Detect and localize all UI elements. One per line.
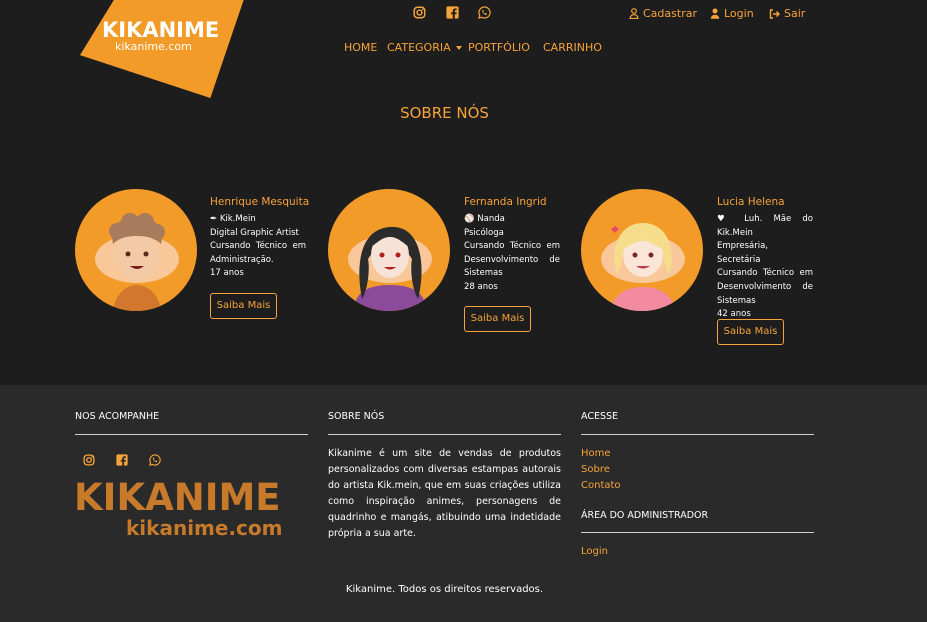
member-role: Empresária, Secretária [717, 241, 768, 265]
divider [328, 434, 561, 435]
member-handle-text: Kik.Mein [219, 214, 256, 224]
login-link[interactable]: Login [710, 7, 754, 20]
footer-logo-subtitle: kikanime.com [126, 516, 283, 540]
divider [75, 434, 308, 435]
member-role: Psicóloga [464, 227, 504, 238]
member-age: 17 anos [210, 268, 244, 279]
footer-logo-title: KIKANIME [74, 476, 281, 519]
logout-link[interactable]: Sair [769, 7, 805, 20]
facebook-icon[interactable] [116, 454, 128, 466]
nav-portfolio[interactable]: PORTFÓLIO [468, 41, 530, 54]
member-handle: ♥ Luh. Mãe do Kik.Mein [717, 213, 813, 240]
member-name: Fernanda Ingrid [464, 196, 547, 208]
user-icon [710, 8, 720, 19]
nav-cart[interactable]: CARRINHO [543, 41, 602, 54]
footer: NOS ACOMPANHE KIKANIME kikanime.com SOBR… [0, 385, 927, 622]
logout-label: Sair [784, 7, 806, 20]
whatsapp-icon[interactable] [478, 6, 491, 19]
member-handle: ✒ Kik.Mein [210, 213, 306, 227]
footer-admin-title: ÁREA DO ADMINISTRADOR [581, 510, 709, 521]
saiba-mais-button[interactable]: Saiba Mais [464, 306, 531, 332]
saiba-mais-button[interactable]: Saiba Mais [717, 319, 784, 345]
page-title: SOBRE NÓS [400, 104, 489, 122]
user-icon [629, 8, 639, 19]
member-role: Digital Graphic Artist [210, 227, 299, 238]
footer-link-contact[interactable]: Contato [581, 480, 621, 491]
instagram-icon[interactable] [413, 6, 426, 19]
footer-logo: KIKANIME kikanime.com [74, 476, 314, 541]
caret-down-icon [456, 46, 463, 50]
divider [581, 434, 814, 435]
login-label: Login [724, 7, 754, 20]
footer-about-title: SOBRE NÓS [328, 411, 385, 422]
facebook-icon[interactable] [446, 6, 459, 19]
member-info: ✒ Kik.Mein Digital Graphic Artist Cursan… [210, 213, 306, 281]
sign-out-icon [769, 8, 780, 19]
saiba-mais-button[interactable]: Saiba Mais [210, 293, 277, 319]
instagram-icon[interactable] [83, 454, 95, 466]
avatar [328, 189, 450, 311]
footer-access-title: ACESSE [581, 411, 619, 422]
logo-subtitle: kikanime.com [115, 40, 192, 53]
register-label: Cadastrar [643, 7, 697, 20]
member-study: Cursando Técnico em Desenvolvimento de S… [717, 268, 813, 306]
avatar [581, 189, 703, 311]
whatsapp-icon[interactable] [149, 454, 161, 466]
register-link[interactable]: Cadastrar [629, 7, 697, 20]
member-handle: ⚾ Nanda [464, 213, 560, 227]
pen-icon: ✒ [210, 214, 220, 224]
avatar [75, 189, 197, 311]
footer-follow-title: NOS ACOMPANHE [75, 411, 160, 422]
footer-link-home[interactable]: Home [581, 448, 611, 459]
footer-admin-login-link[interactable]: Login [581, 546, 608, 557]
member-handle-text: Nanda [477, 214, 505, 224]
baseball-icon: ⚾ [464, 214, 478, 224]
footer-about-text: Kikanime é um site de vendas de produtos… [328, 448, 561, 539]
member-study: Cursando Técnico em Administração. [210, 241, 306, 265]
member-name: Henrique Mesquita [210, 196, 310, 208]
footer-link-about[interactable]: Sobre [581, 464, 610, 475]
header: KIKANIME kikanime.com Cadastrar Login Sa… [0, 0, 927, 385]
nav-category[interactable]: CATEGORIA [387, 41, 463, 54]
member-info: ⚾ Nanda Psicóloga Cursando Técnico em De… [464, 213, 560, 295]
member-age: 28 anos [464, 281, 498, 292]
nav-category-label: CATEGORIA [387, 41, 451, 54]
member-name: Lucia Helena [717, 196, 785, 208]
logo-title: KIKANIME [102, 18, 220, 42]
member-info: ♥ Luh. Mãe do Kik.Mein Empresária, Secre… [717, 213, 813, 322]
site-logo[interactable]: KIKANIME kikanime.com [80, 0, 245, 98]
copyright: Kikanime. Todos os direitos reservados. [345, 584, 544, 595]
heart-icon: ♥ [717, 214, 745, 224]
member-study: Cursando Técnico em Desenvolvimento de S… [464, 241, 560, 279]
divider [581, 532, 814, 533]
nav-home[interactable]: HOME [344, 41, 377, 54]
